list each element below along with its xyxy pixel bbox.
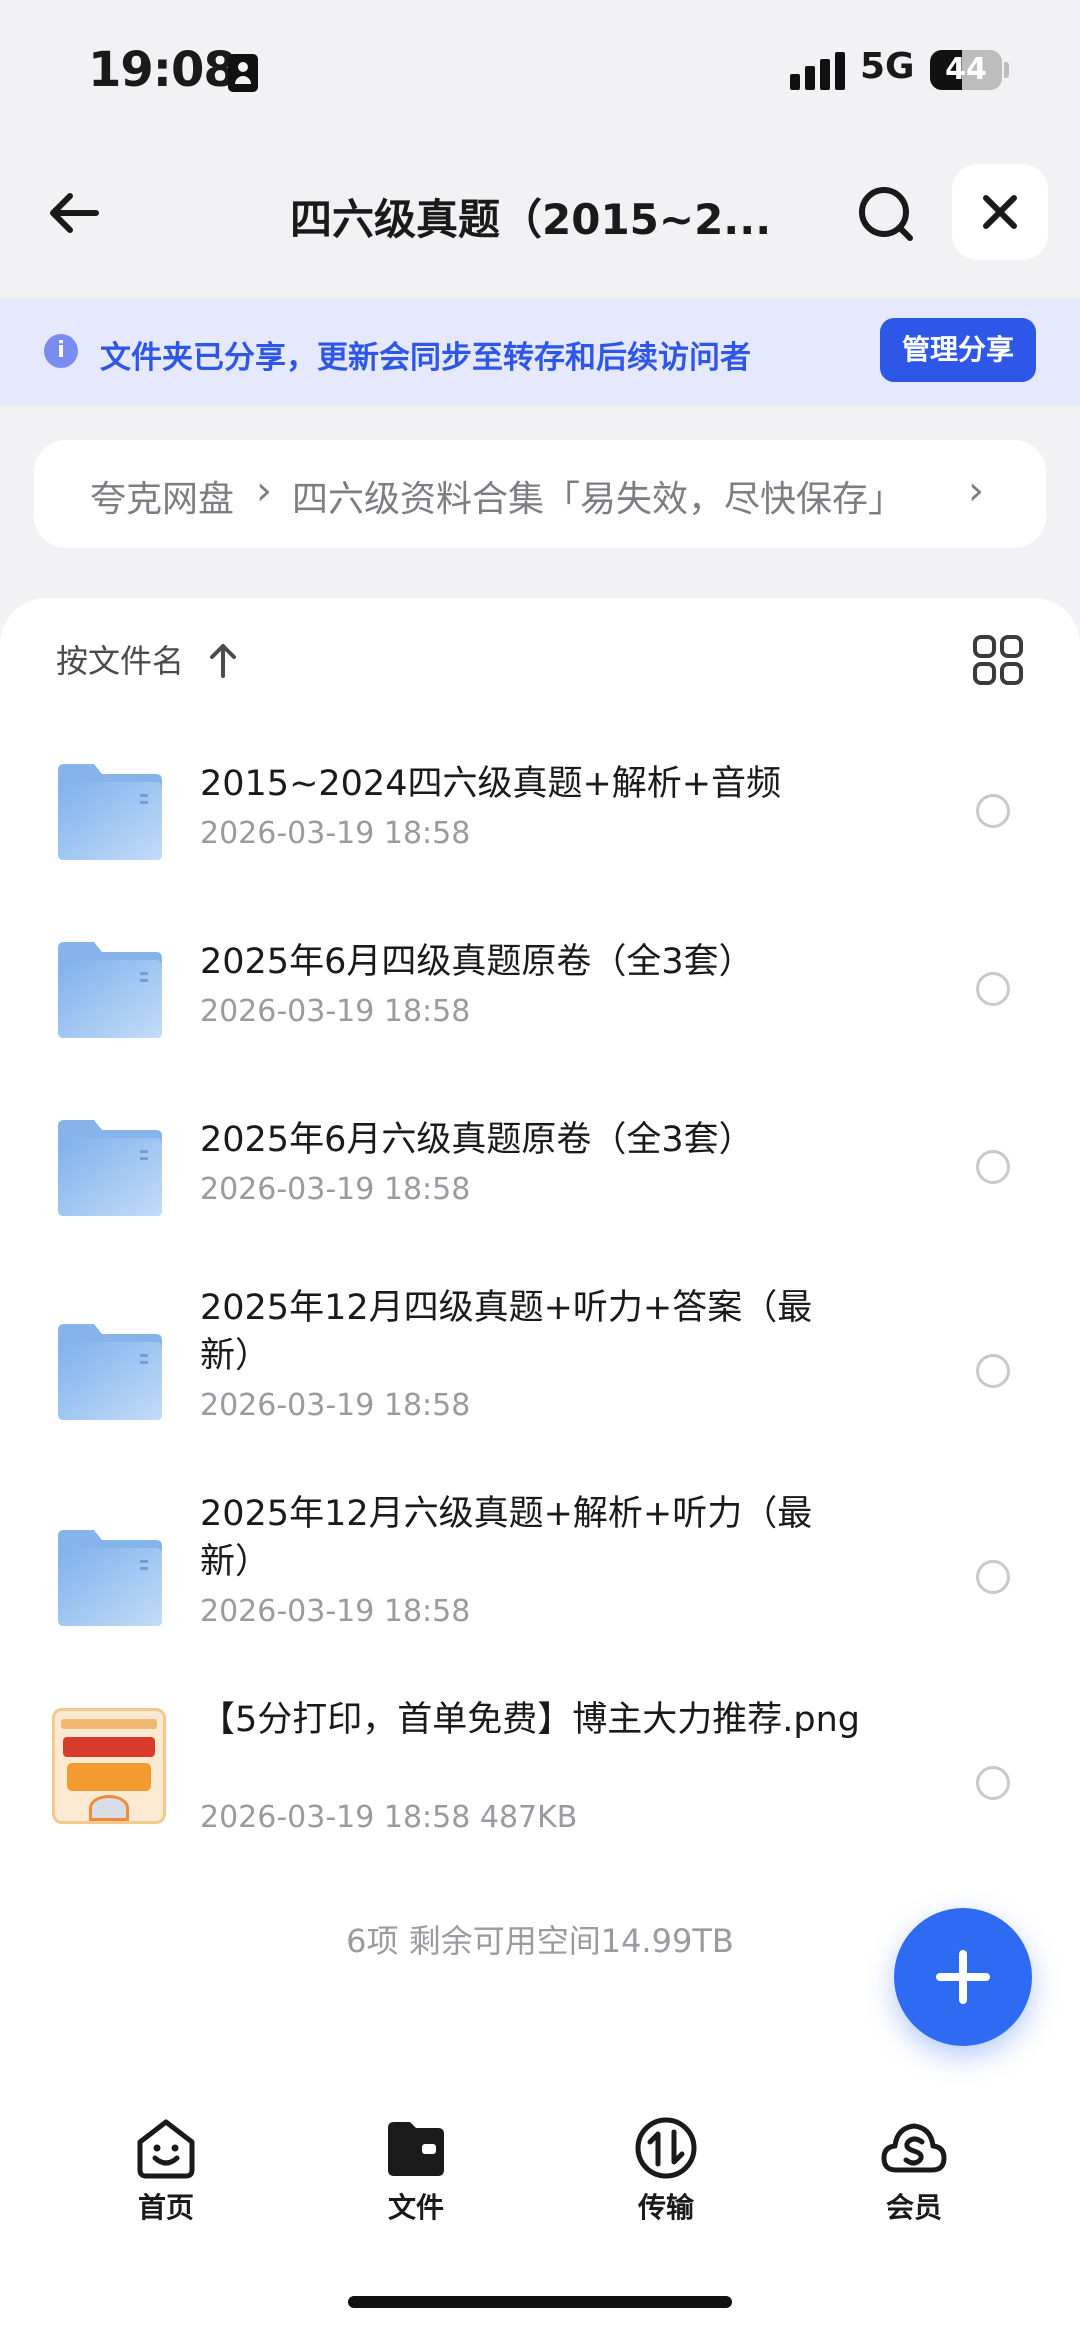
id-card-icon: [228, 54, 258, 92]
file-meta: 2026-03-19 18:58 487KB: [200, 1800, 578, 1835]
nav-label: 首页: [137, 2191, 194, 2224]
file-meta: 2026-03-19 18:58: [200, 1172, 471, 1207]
folder-icon: [58, 1530, 162, 1626]
breadcrumb: 夸克网盘 › 四六级资料合集「易失效，尽快保存」 ›: [34, 440, 1046, 548]
close-icon: [983, 195, 1017, 229]
breadcrumb-separator: ›: [256, 468, 272, 514]
add-button[interactable]: [894, 1908, 1032, 2046]
search-icon: [859, 187, 913, 241]
folder-icon: [58, 1120, 162, 1216]
nav-label: 文件: [387, 2191, 444, 2224]
file-name: 2025年6月六级真题原卷（全3套）: [200, 1120, 754, 1160]
file-meta: 2026-03-19 18:58: [200, 994, 471, 1029]
select-radio[interactable]: [976, 1354, 1010, 1388]
nav-label: 传输: [637, 2191, 694, 2224]
list-item[interactable]: 2025年12月六级真题+解析+听力（最新） 2026-03-19 18:58: [0, 1490, 1080, 1670]
share-banner: i 文件夹已分享，更新会同步至转存和后续访问者 管理分享: [0, 298, 1080, 406]
battery-level: 44: [945, 52, 987, 87]
list-item[interactable]: 【5分打印，首单免费】博主大力推荐.png 2026-03-19 18:58 4…: [0, 1696, 1080, 1876]
folder-wallet-icon: [388, 2122, 444, 2176]
nav-item-vip[interactable]: 会员: [844, 2114, 984, 2234]
home-indicator: [348, 2296, 732, 2308]
list-item[interactable]: 2025年6月六级真题原卷（全3套） 2026-03-19 18:58: [0, 1102, 1080, 1232]
nav-item-home[interactable]: 首页: [96, 2114, 236, 2234]
file-meta: 2026-03-19 18:58: [200, 1388, 471, 1423]
header: 四六级真题（2015~2...: [0, 150, 1080, 280]
nav-item-files[interactable]: 文件: [346, 2114, 486, 2234]
status-bar: 19:08 5G 44: [0, 0, 1080, 140]
status-time: 19:08: [88, 42, 237, 98]
sort-control[interactable]: 按文件名: [56, 636, 236, 696]
cloud-vip-icon: [881, 2123, 947, 2173]
file-name: 2025年12月六级真题+解析+听力（最新）: [200, 1494, 813, 1582]
file-name: 【5分打印，首单免费】博主大力推荐.png: [200, 1700, 861, 1740]
file-meta: 2026-03-19 18:58: [200, 816, 471, 851]
close-button[interactable]: [952, 164, 1048, 260]
battery-tip: [1004, 62, 1009, 78]
breadcrumb-item-folder[interactable]: 四六级资料合集「易失效，尽快保存」: [292, 470, 904, 522]
back-arrow-icon: [50, 193, 99, 233]
breadcrumb-separator: ›: [968, 468, 984, 514]
file-meta: 2026-03-19 18:58: [200, 1594, 471, 1629]
folder-icon: [58, 942, 162, 1038]
image-thumbnail: [52, 1708, 166, 1824]
list-item[interactable]: 2025年6月四级真题原卷（全3套） 2026-03-19 18:58: [0, 924, 1080, 1054]
file-name: 2025年12月四级真题+听力+答案（最新）: [200, 1288, 813, 1376]
breadcrumb-item-root[interactable]: 夸克网盘: [90, 470, 234, 522]
page-title: 四六级真题（2015~2...: [290, 195, 770, 244]
file-name: 2025年6月四级真题原卷（全3套）: [200, 942, 754, 982]
list-item[interactable]: 2025年12月四级真题+听力+答案（最新） 2026-03-19 18:58: [0, 1284, 1080, 1464]
grid-view-icon[interactable]: [972, 634, 1024, 686]
select-radio[interactable]: [976, 972, 1010, 1006]
nav-label: 会员: [885, 2191, 942, 2224]
select-radio[interactable]: [976, 1560, 1010, 1594]
folder-icon: [58, 764, 162, 860]
nav-item-transfer[interactable]: 传输: [596, 2114, 736, 2234]
smile-home-icon: [137, 2119, 195, 2179]
battery-icon: 44: [930, 50, 1002, 90]
info-icon: i: [44, 334, 78, 368]
share-banner-text: 文件夹已分享，更新会同步至转存和后续访问者: [100, 340, 751, 376]
sort-ascending-icon: [210, 644, 236, 678]
bottom-nav: 首页 文件 传输 会员: [0, 2100, 1080, 2260]
list-item[interactable]: 2015~2024四六级真题+解析+音频 2026-03-19 18:58: [0, 746, 1080, 876]
network-type: 5G: [860, 46, 915, 87]
search-button[interactable]: [852, 180, 922, 250]
folder-icon: [58, 1324, 162, 1420]
transfer-icon: [635, 2117, 697, 2179]
file-list-panel: 按文件名 2015~2024四六级真题+解析+音频 2026-03-19 18:…: [0, 598, 1080, 2337]
sort-label: 按文件名: [56, 642, 185, 680]
select-radio[interactable]: [976, 1766, 1010, 1800]
file-name: 2015~2024四六级真题+解析+音频: [200, 764, 782, 804]
signal-icon: [790, 52, 846, 90]
screen: 19:08 5G 44 四六级真题（2015~2... i 文件夹已分享，更新会…: [0, 0, 1080, 2337]
select-radio[interactable]: [976, 1150, 1010, 1184]
select-radio[interactable]: [976, 794, 1010, 828]
manage-share-button[interactable]: 管理分享: [880, 318, 1036, 382]
back-button[interactable]: [40, 178, 110, 248]
